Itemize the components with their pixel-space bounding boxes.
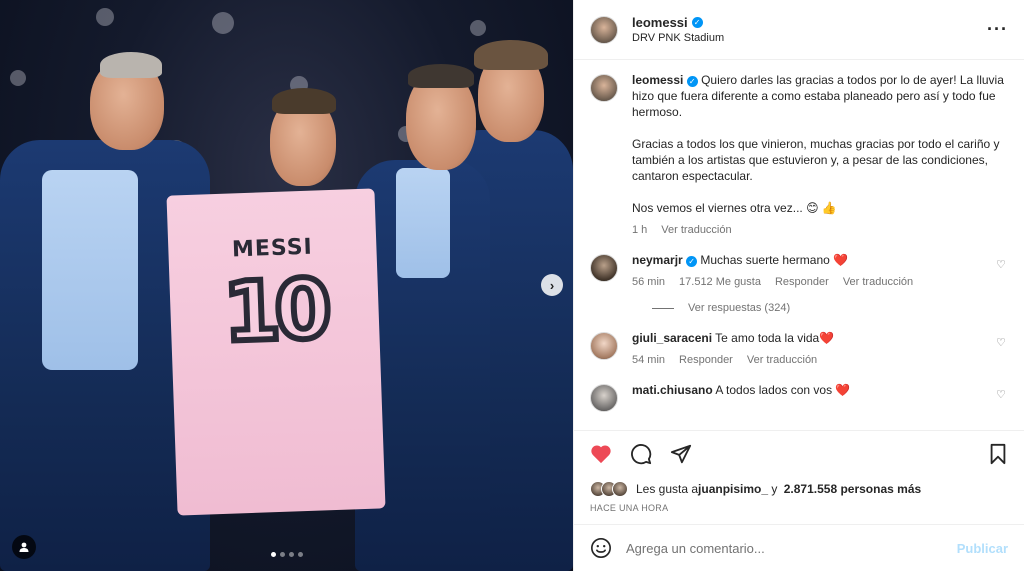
caption-text-2: Gracias a todos los que vinieron, muchas… — [632, 137, 1000, 183]
verified-badge-icon: ✓ — [691, 17, 703, 28]
likes-prefix: Les gusta a — [636, 482, 699, 496]
comment-meta: 54 min Responder Ver traducción — [632, 352, 996, 368]
post-location[interactable]: DRV PNK Stadium — [632, 32, 724, 44]
person-third-hair — [408, 64, 474, 88]
likes-middle: y — [768, 482, 781, 496]
bokeh-light — [96, 8, 114, 26]
caption-time[interactable]: 1 h — [632, 222, 647, 238]
caption-meta: 1 h Ver traducción — [632, 222, 1008, 238]
post-side-panel: leomessi ✓ DRV PNK Stadium ··· leomessi … — [573, 0, 1024, 571]
emoji-icon[interactable] — [590, 537, 612, 559]
bokeh-light — [212, 12, 234, 34]
heart-filled-icon[interactable] — [590, 444, 612, 464]
tagged-people-button[interactable] — [12, 535, 36, 559]
avatar[interactable] — [590, 332, 618, 360]
comment-item: neymarjr ✓ Muchas suerte hermano ❤️ 56 m… — [590, 252, 1008, 290]
comment-item: giuli_saraceni Te amo toda la vida❤️ 54 … — [590, 330, 1008, 368]
comment-body: neymarjr ✓ Muchas suerte hermano ❤️ 56 m… — [632, 252, 996, 290]
add-comment-bar: Publicar — [574, 524, 1024, 571]
share-icon[interactable] — [670, 443, 692, 465]
reply-link[interactable]: Responder — [775, 274, 829, 290]
likes-count[interactable]: 2.871.558 personas más — [784, 482, 921, 496]
post-timestamp[interactable]: HACE UNA HORA — [590, 503, 1008, 513]
comment-icon[interactable] — [630, 443, 652, 465]
carousel-dot — [297, 552, 303, 557]
bokeh-light — [470, 20, 486, 36]
jersey-number: 10 — [219, 259, 330, 364]
reply-link[interactable]: Responder — [679, 352, 733, 368]
comment-username[interactable]: giuli_saraceni — [632, 331, 712, 345]
avatar[interactable] — [590, 384, 618, 412]
caption: leomessi ✓ Quiero darles las gracias a t… — [590, 72, 1008, 238]
comment-time[interactable]: 56 min — [632, 274, 665, 290]
comment-text: Muchas suerte hermano ❤️ — [700, 253, 849, 267]
bookmark-icon[interactable] — [988, 443, 1008, 465]
comment-body: mati.chiusano A todos lados con vos ❤️ — [632, 382, 996, 412]
comment-meta: 56 min 17.512 Me gusta Responder Ver tra… — [632, 274, 996, 290]
translate-link[interactable]: Ver traducción — [747, 352, 817, 368]
carousel-dot — [279, 552, 285, 557]
avatar — [612, 481, 628, 497]
caption-translate-link[interactable]: Ver traducción — [661, 222, 731, 238]
translate-link[interactable]: Ver traducción — [843, 274, 913, 290]
comment-input[interactable] — [626, 540, 957, 556]
carousel-indicator — [270, 552, 303, 557]
post-viewer: MESSI 10 › leomessi ✓ DRV PNK Stadium ··… — [0, 0, 1024, 571]
comment-body: giuli_saraceni Te amo toda la vida❤️ 54 … — [632, 330, 996, 368]
comment-username[interactable]: neymarjr — [632, 253, 683, 267]
caption-text-3: Nos vemos el viernes otra vez... 😊 👍 — [632, 201, 837, 215]
replies-divider — [652, 307, 674, 309]
bokeh-light — [10, 70, 26, 86]
liker-avatars — [590, 481, 628, 497]
person-right-hair — [474, 40, 548, 70]
person-left-hair — [100, 52, 162, 78]
carousel-dot — [288, 552, 294, 557]
avatar[interactable] — [590, 254, 618, 282]
person-third-shirt — [396, 168, 450, 278]
more-options-icon[interactable]: ··· — [987, 19, 1008, 40]
liker-username[interactable]: juanpisimo_ — [698, 482, 768, 496]
publish-button[interactable]: Publicar — [957, 541, 1008, 556]
person-center-hair — [272, 88, 336, 114]
author-username[interactable]: leomessi — [632, 15, 688, 30]
view-replies-link[interactable]: Ver respuestas (324) — [688, 302, 790, 314]
comment-like-icon[interactable]: ♡ — [996, 336, 1008, 368]
avatar[interactable] — [590, 74, 618, 102]
comment-username[interactable]: mati.chiusano — [632, 383, 713, 397]
comments-list[interactable]: leomessi ✓ Quiero darles las gracias a t… — [574, 60, 1024, 429]
pink-jersey: MESSI 10 — [166, 188, 386, 516]
user-icon — [19, 542, 29, 552]
carousel-next-button[interactable]: › — [541, 274, 563, 296]
chevron-right-icon: › — [549, 277, 555, 293]
action-icons — [590, 439, 1008, 469]
comment-time[interactable]: 54 min — [632, 352, 665, 368]
person-left-shirt — [42, 170, 138, 370]
verified-badge-icon: ✓ — [686, 256, 698, 267]
comment-like-icon[interactable]: ♡ — [996, 388, 1008, 412]
author-username-row: leomessi ✓ — [632, 15, 703, 30]
post-actions: Les gusta a juanpisimo_ y 2.871.558 pers… — [574, 430, 1024, 524]
header-text: leomessi ✓ DRV PNK Stadium — [632, 15, 724, 44]
comment-text: Te amo toda la vida❤️ — [715, 331, 835, 345]
comment-item: mati.chiusano A todos lados con vos ❤️ ♡ — [590, 382, 1008, 412]
verified-badge-icon: ✓ — [686, 76, 698, 87]
post-media[interactable]: MESSI 10 › — [0, 0, 573, 571]
post-header: leomessi ✓ DRV PNK Stadium ··· — [574, 0, 1024, 60]
avatar[interactable] — [590, 15, 618, 44]
likes-summary: Les gusta a juanpisimo_ y 2.871.558 pers… — [590, 481, 1008, 497]
comment-like-icon[interactable]: ♡ — [996, 258, 1008, 290]
comment-text: A todos lados con vos ❤️ — [715, 383, 851, 397]
jersey-name: MESSI — [231, 234, 314, 263]
view-replies-row[interactable]: Ver respuestas (324) — [590, 302, 1008, 314]
caption-username[interactable]: leomessi — [632, 73, 683, 87]
carousel-dot — [270, 552, 276, 557]
comment-likes[interactable]: 17.512 Me gusta — [679, 274, 761, 290]
caption-body: leomessi ✓ Quiero darles las gracias a t… — [632, 72, 1008, 238]
